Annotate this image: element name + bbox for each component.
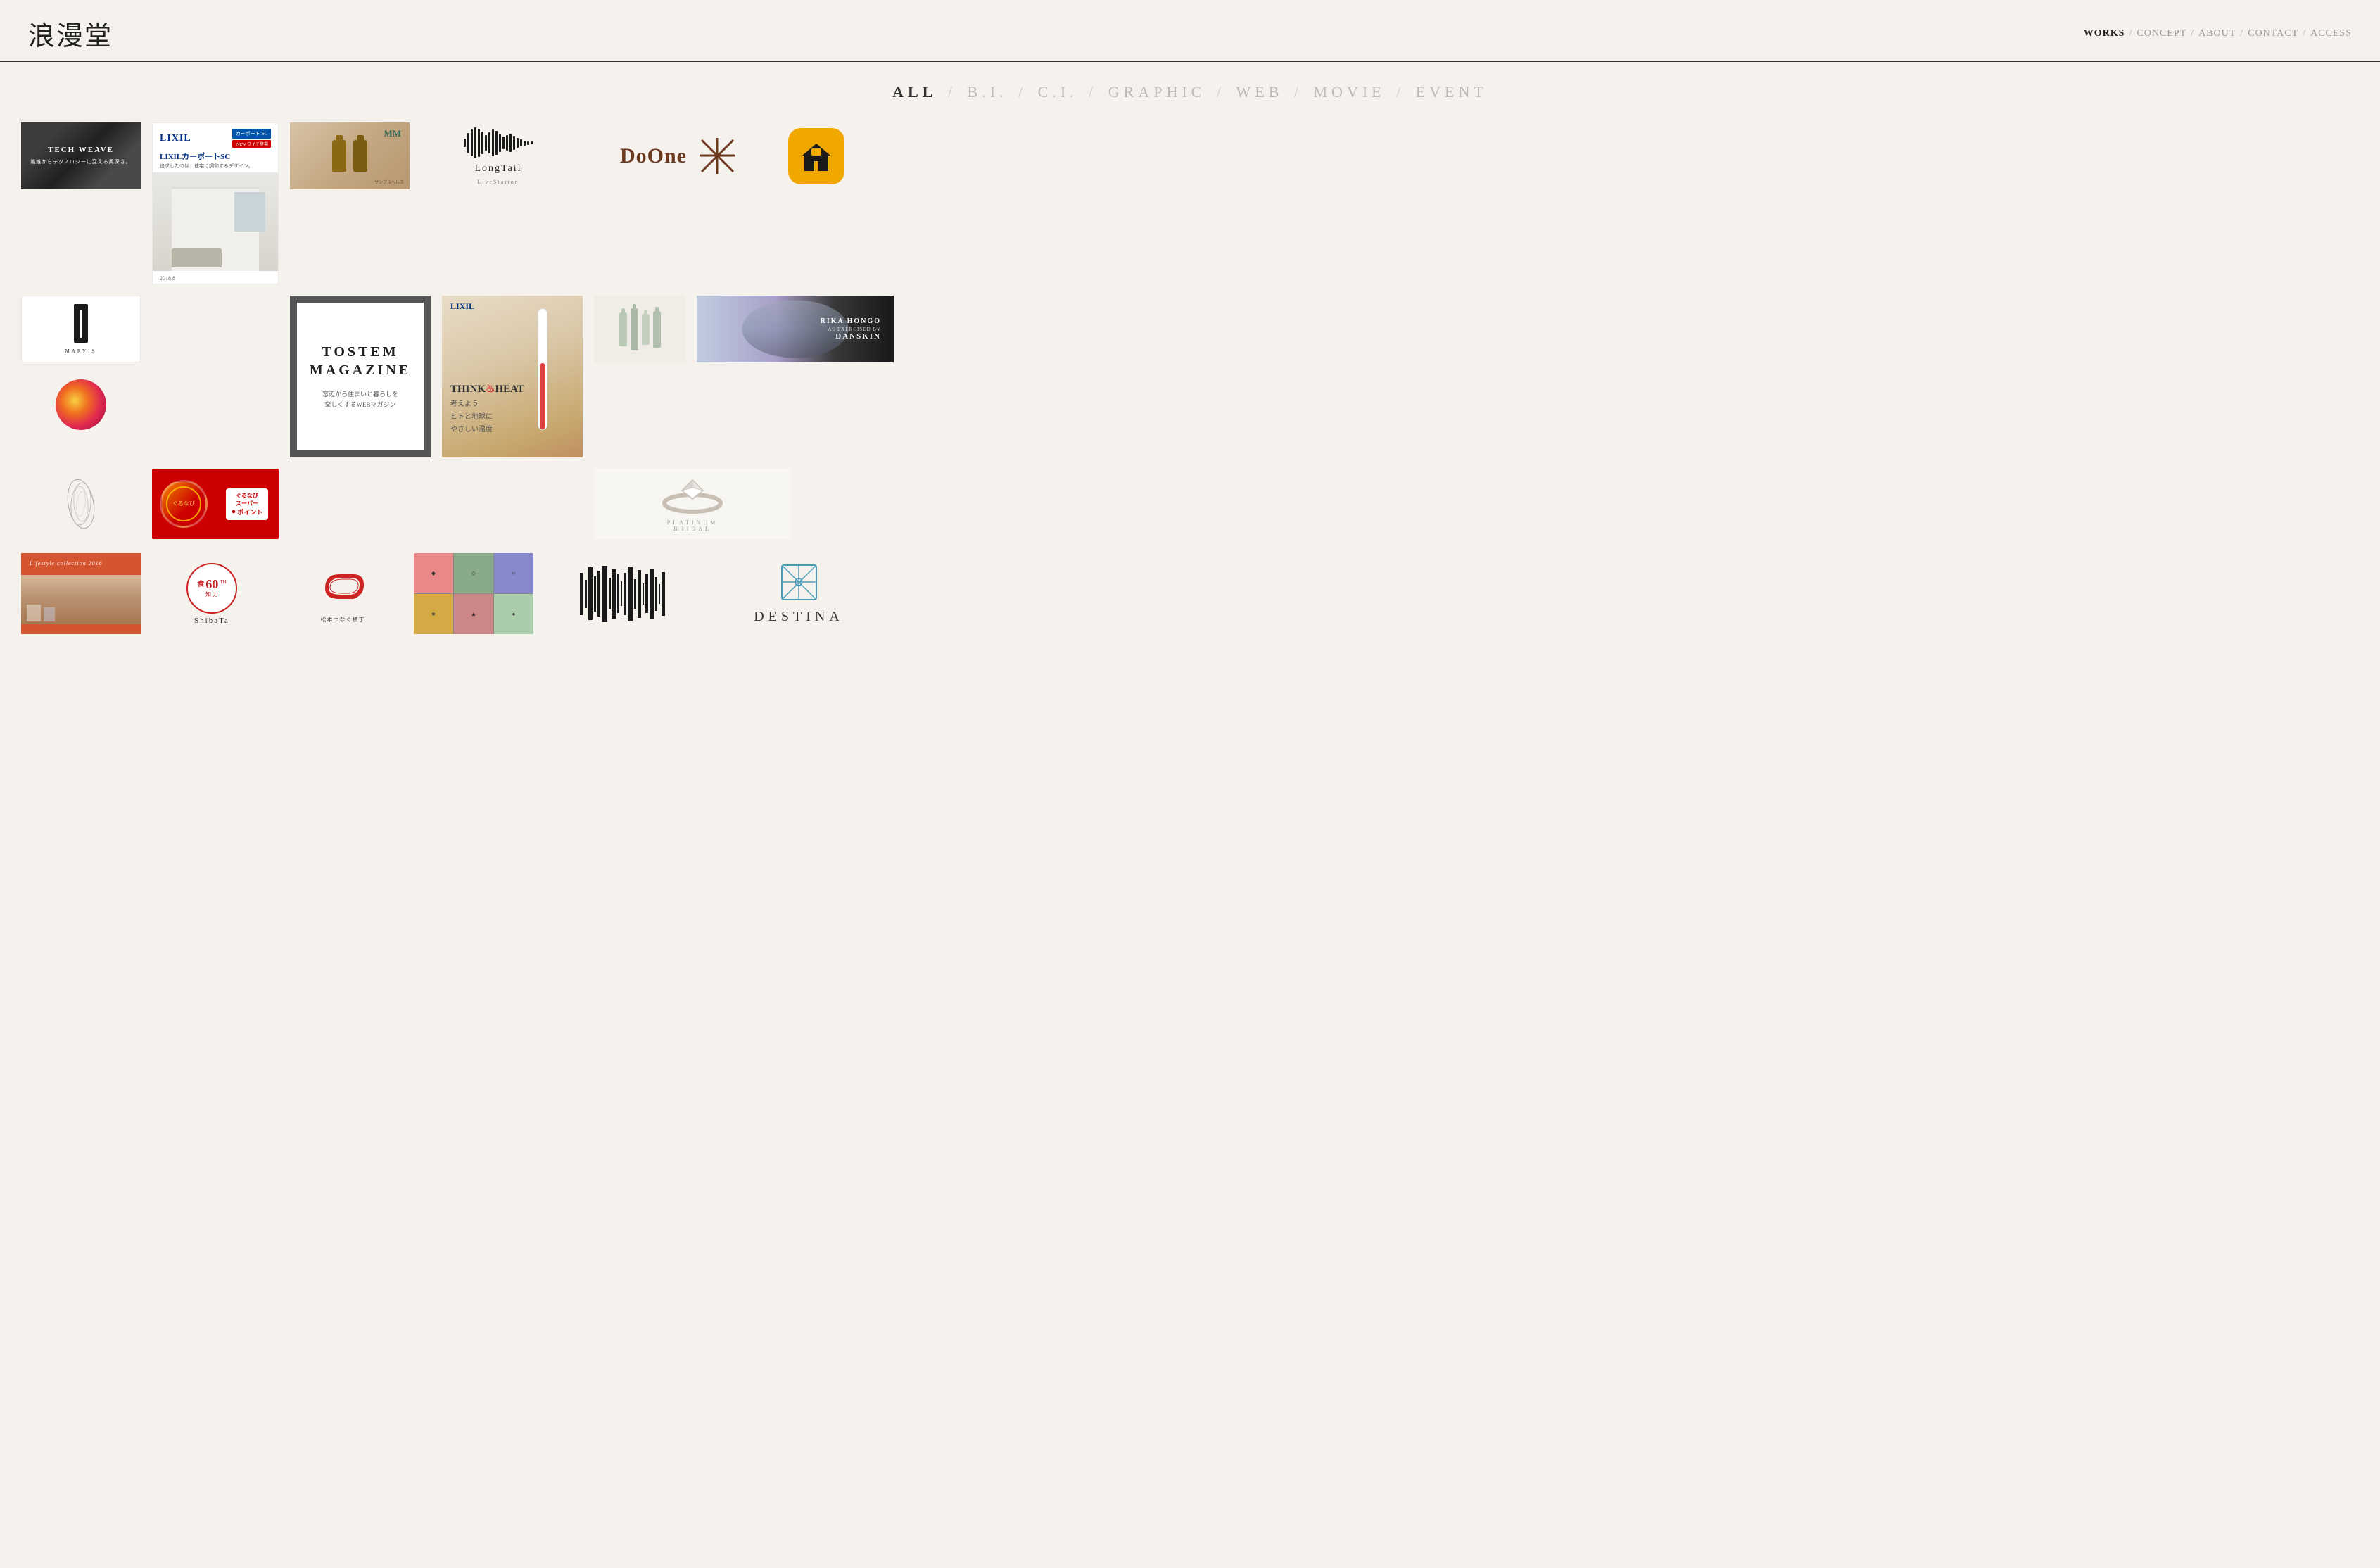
tostem-title: TOSTEMMAGAZINE (310, 343, 411, 379)
longtail-name: LongTail (474, 163, 521, 175)
matsumoto-icon (315, 564, 371, 613)
barcode-bars (545, 553, 700, 634)
list-item[interactable]: TOSTEMMAGAZINE 窓辺から住まいと暮らしを楽しくするWEBマガジン (290, 296, 431, 457)
list-item[interactable]: 食 60 TH 知 力 ShibaTa (152, 553, 272, 634)
list-item[interactable]: LongTail LiveStation (421, 122, 576, 189)
header: 浪漫堂 WORKS / CONCEPT / ABOUT / CONTACT / … (0, 0, 2380, 62)
house-app-icon (799, 140, 834, 172)
destina-title: DESTINA (754, 609, 844, 625)
portfolio-row-2: MARVIS TOSTEMMAGAZINE 窓辺から住まいと暮らしを楽しくするW… (21, 296, 2359, 457)
destina-logo-icon (780, 563, 818, 602)
nav-sep-1: / (2129, 28, 2132, 39)
list-item[interactable] (594, 296, 685, 362)
list-item[interactable]: ぐるなび ぐるなび スーパー ● ポイント (152, 469, 279, 539)
filter-sep-2: / (1018, 83, 1035, 101)
list-item[interactable]: LIXIL THINK♨HEAT 考えようヒトと地球にやさしい温度 (442, 296, 583, 457)
list-item[interactable] (21, 469, 141, 539)
filter-bi[interactable]: B.I. (968, 83, 1008, 101)
sample-health-label: サンプルヘルス (374, 179, 404, 185)
lixil-product-title: LIXILカーポートSC (160, 151, 271, 162)
danskin-content: RIKA HONGO AS EXERCISED BY DANSKIN (821, 317, 881, 341)
site-title: 浪漫堂 (28, 14, 113, 53)
filter-sep-5: / (1294, 83, 1311, 101)
list-item[interactable] (781, 122, 852, 189)
doone-logo-text: DoOne (620, 144, 687, 168)
portfolio-row-4: Lifestyle collection 2016 食 60 TH (21, 553, 2359, 634)
list-item[interactable]: LIXIL カーポート SC NEW ワイド登場 LIXILカーポートSC 追求… (152, 122, 279, 284)
lixil-think-brand: LIXIL (442, 296, 583, 317)
portfolio-row-1: TECH WEAVE繊維からテクノロジーに変える奥深さ。 LIXIL カーポート… (21, 122, 2359, 284)
lixil-tagline: 追求したのは、住宅に調和するデザイン。 (160, 163, 271, 170)
think-heat-content: THINK♨HEAT 考えようヒトと地球にやさしい温度 (450, 382, 524, 436)
color-circle (56, 379, 106, 430)
ring-icon (650, 476, 735, 515)
list-item[interactable]: 松本つなぐ横丁 (283, 553, 403, 634)
list-item[interactable] (545, 553, 700, 634)
filter-all[interactable]: ALL (892, 83, 937, 101)
shibata-label: ShibaTa (194, 617, 229, 625)
doone-cross-icon (698, 137, 737, 175)
lixil-new-badge: NEW ワイド登場 (232, 140, 271, 148)
marvis-label: MARVIS (65, 348, 97, 354)
portfolio-grid: TECH WEAVE繊維からテクノロジーに変える奥深さ。 LIXIL カーポート… (0, 115, 2380, 666)
tech-weave-title: TECH WEAVE繊維からテクノロジーに変える奥深さ。 (30, 145, 131, 167)
filter-web[interactable]: WEB (1236, 83, 1283, 101)
thermometer (538, 308, 547, 430)
gurunavi-emblem: ぐるなび (160, 480, 208, 528)
main-nav: WORKS / CONCEPT / ABOUT / CONTACT / ACCE… (2084, 28, 2352, 39)
filter-graphic[interactable]: GRAPHIC (1108, 83, 1206, 101)
lixil-footer: 2018.8 (153, 271, 278, 284)
list-item[interactable]: TECH WEAVE繊維からテクノロジーに変える奥深さ。 (21, 122, 141, 189)
bridal-text: PLATINUMBRIDAL (667, 519, 718, 532)
longtail-waves (464, 127, 533, 159)
list-item[interactable]: RIKA HONGO AS EXERCISED BY DANSKIN (697, 296, 894, 362)
filter-sep-1: / (948, 83, 965, 101)
nav-sep-2: / (2191, 28, 2194, 39)
filter-ci[interactable]: C.I. (1038, 83, 1078, 101)
nav-item-concept[interactable]: CONCEPT (2137, 28, 2186, 39)
nav-sep-4: / (2303, 28, 2306, 39)
list-item[interactable]: ◆ ◇ ○ ★ ▲ ● (414, 553, 533, 634)
nav-item-works[interactable]: WORKS (2084, 28, 2125, 39)
nav-item-contact[interactable]: CONTACT (2248, 28, 2298, 39)
filter-sep-3: / (1089, 83, 1106, 101)
longtail-sub: LiveStation (477, 179, 519, 185)
list-item[interactable]: MM サンプルヘルス (290, 122, 410, 189)
filter-movie[interactable]: MOVIE (1314, 83, 1386, 101)
list-item[interactable]: PLATINUMBRIDAL (594, 469, 791, 539)
shibata-circle: 食 60 TH 知 力 (186, 563, 237, 614)
list-item[interactable]: MARVIS (21, 296, 141, 438)
portfolio-row-3: ぐるなび ぐるなび スーパー ● ポイント (21, 469, 2359, 539)
filter-event[interactable]: EVENT (1416, 83, 1488, 101)
filter-bar: ALL / B.I. / C.I. / GRAPHIC / WEB / MOVI… (0, 62, 2380, 115)
filter-sep-4: / (1217, 83, 1234, 101)
nav-item-access[interactable]: ACCESS (2310, 28, 2352, 39)
list-item[interactable]: DoOne (587, 122, 770, 189)
matsumoto-text: 松本つなぐ横丁 (321, 616, 365, 624)
tostem-subtitle: 窓辺から住まいと暮らしを楽しくするWEBマガジン (322, 389, 398, 411)
nav-item-about[interactable]: ABOUT (2198, 28, 2236, 39)
lifestyle-title: Lifestyle collection 2016 (21, 553, 141, 574)
nav-sep-3: / (2240, 28, 2243, 39)
list-item[interactable]: DESTINA (711, 553, 887, 634)
filter-sep-6: / (1396, 83, 1413, 101)
mm-logo: MM (384, 128, 401, 139)
list-item[interactable]: Lifestyle collection 2016 (21, 553, 141, 634)
lixil-badge: カーポート SC (232, 129, 271, 139)
sculpture-icon (60, 476, 102, 532)
lixil-logo: LIXIL (160, 133, 191, 144)
gurunavi-badge: ぐるなび スーパー ● ポイント (226, 488, 269, 520)
